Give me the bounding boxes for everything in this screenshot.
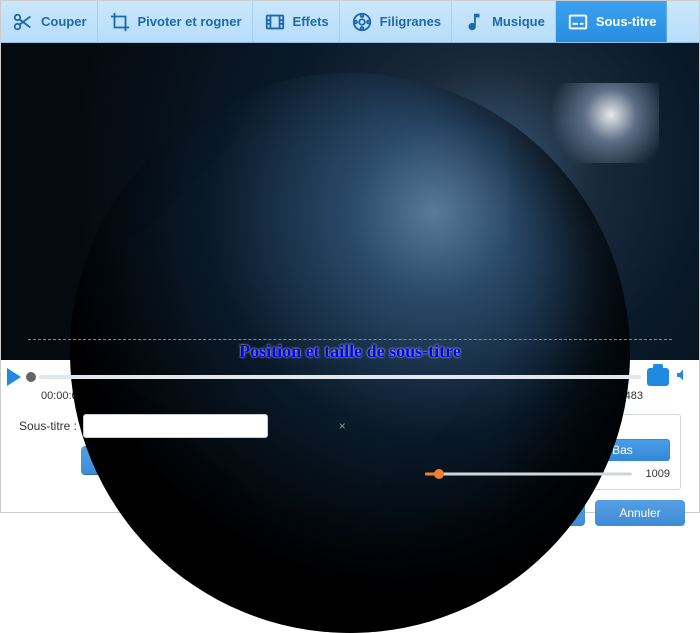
tab-label: Couper — [41, 14, 87, 29]
volume-button[interactable] — [675, 367, 691, 388]
tab-effets[interactable]: Effets — [253, 1, 340, 42]
timeline-playhead[interactable] — [26, 372, 36, 382]
tabs-toolbar: Couper Pivoter et rogner Effets Filigran… — [1, 1, 699, 43]
slider-thumb[interactable] — [434, 469, 444, 479]
tab-label: Effets — [293, 14, 329, 29]
tab-label: Sous-titre — [596, 14, 657, 29]
snapshot-button[interactable] — [647, 368, 669, 386]
slider-max: 1009 — [640, 468, 670, 480]
crop-icon — [108, 10, 132, 34]
play-button[interactable] — [7, 368, 21, 386]
timeline-bar — [39, 375, 641, 379]
tab-sous-titre[interactable]: Sous-titre — [556, 1, 668, 42]
tab-label: Musique — [492, 14, 545, 29]
video-preview: Position et taille de sous-titre — [1, 43, 699, 360]
subtitle-sample-text: Position et taille de sous-titre — [1, 341, 699, 362]
timeline-track[interactable] — [27, 370, 641, 384]
tab-musique[interactable]: Musique — [452, 1, 556, 42]
cancel-button[interactable]: Annuler — [595, 500, 685, 526]
tab-couper[interactable]: Couper — [1, 1, 98, 42]
watermark-icon — [350, 10, 374, 34]
tab-label: Filigranes — [380, 14, 441, 29]
subtitle-guide — [28, 339, 672, 340]
subtitle-label: Sous-titre : — [19, 419, 77, 433]
slider-track — [425, 473, 632, 476]
tab-filigranes[interactable]: Filigranes — [340, 1, 452, 42]
position-slider[interactable] — [425, 467, 632, 481]
cut-icon — [11, 10, 35, 34]
preview-glow — [539, 83, 659, 163]
tab-pivoter-rogner[interactable]: Pivoter et rogner — [98, 1, 253, 42]
effects-icon — [263, 10, 287, 34]
clear-icon[interactable]: × — [339, 419, 346, 433]
music-icon — [462, 10, 486, 34]
tab-label: Pivoter et rogner — [138, 14, 242, 29]
subtitle-input[interactable] — [83, 414, 268, 438]
subtitle-icon — [566, 10, 590, 34]
